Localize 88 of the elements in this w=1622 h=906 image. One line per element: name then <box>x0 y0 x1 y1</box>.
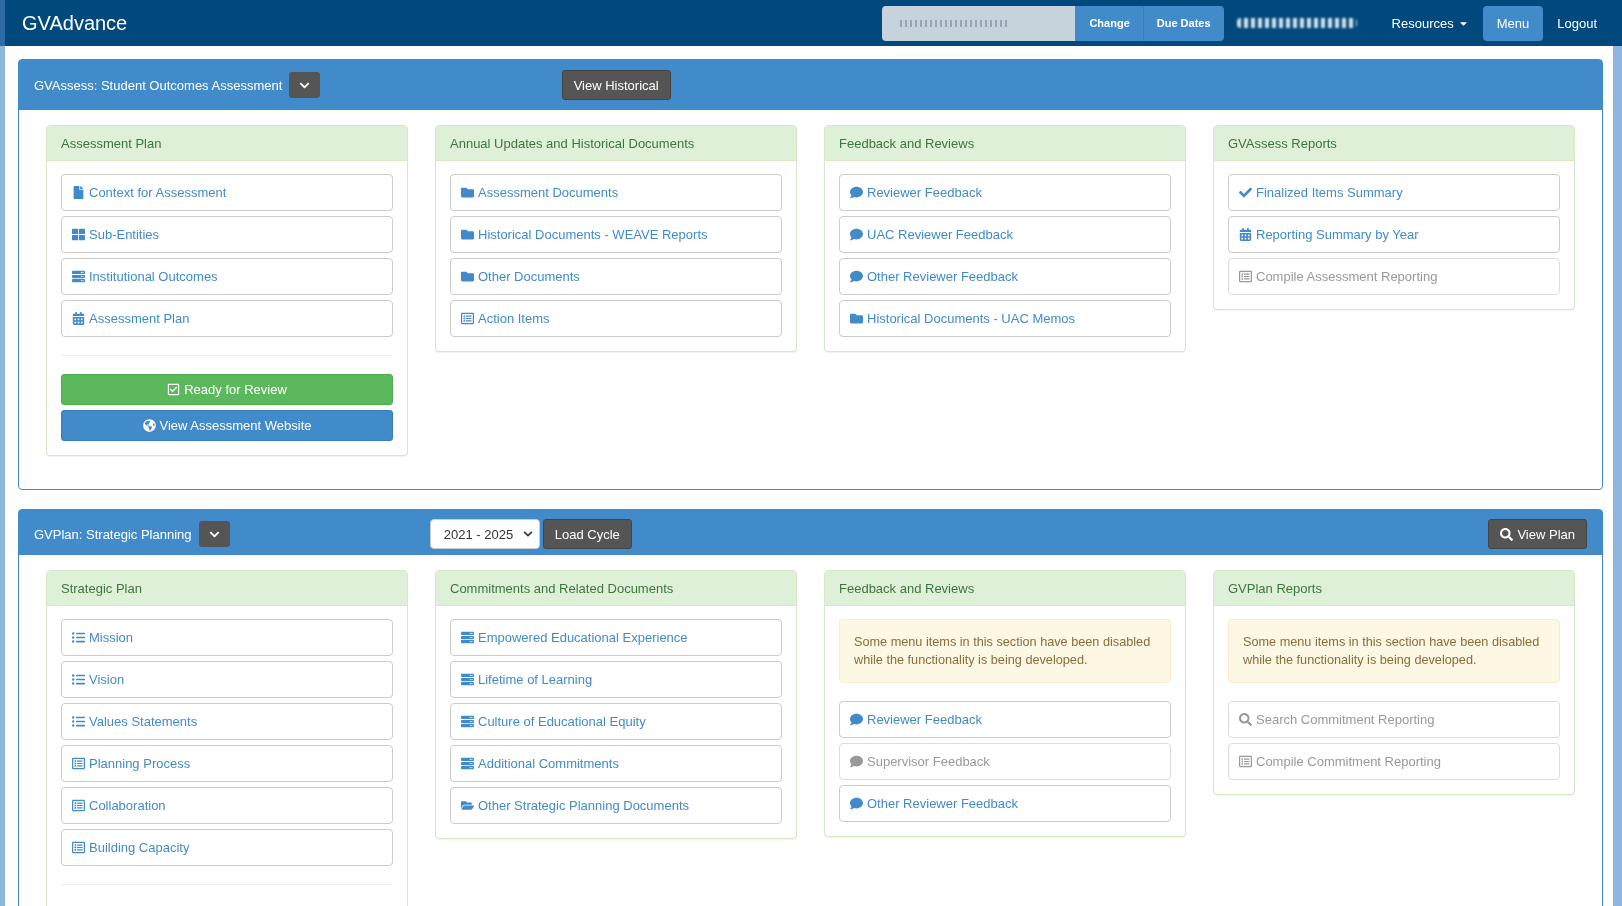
folder-icon <box>461 186 474 199</box>
check-icon <box>1239 186 1252 199</box>
menu-item[interactable]: Other Documents <box>450 258 782 295</box>
menu-item[interactable]: Action Items <box>450 300 782 337</box>
calendar-icon <box>72 312 85 325</box>
menu-item[interactable]: Reviewer Feedback <box>839 701 1171 738</box>
chevron-down-icon <box>522 529 533 539</box>
calendar-icon <box>1239 228 1252 241</box>
header-button[interactable]: View Historical <box>561 70 671 100</box>
list-icon <box>72 631 85 644</box>
card-header: Assessment Plan <box>47 126 407 161</box>
menu-item[interactable]: Historical Documents - WEAVE Reports <box>450 216 782 253</box>
menu-item[interactable]: Planning Process <box>61 745 393 782</box>
nav-link[interactable]: Menu <box>1482 5 1544 41</box>
panel-title: GVPlan: Strategic Planning <box>34 526 192 542</box>
card-header: GVAssess Reports <box>1214 126 1574 161</box>
menu-item[interactable]: Culture of Educational Equity <box>450 703 782 740</box>
list-box-icon <box>72 757 85 770</box>
menu-item[interactable]: Assessment Plan <box>61 300 393 337</box>
menu-item[interactable]: Other Strategic Planning Documents <box>450 787 782 824</box>
menu-item[interactable]: Historical Documents - UAC Memos <box>839 300 1171 337</box>
grid-icon <box>72 228 85 241</box>
menu-item[interactable]: Empowered Educational Experience <box>450 619 782 656</box>
folder-icon <box>850 312 863 325</box>
collapse-toggle[interactable] <box>198 521 230 547</box>
comment-icon <box>850 186 863 199</box>
list-box-icon <box>461 312 474 325</box>
file-icon <box>72 186 85 199</box>
menu-item[interactable]: Institutional Outcomes <box>61 258 393 295</box>
menu-item[interactable]: Assessment Documents <box>450 174 782 211</box>
menu-item[interactable]: UAC Reviewer Feedback <box>839 216 1171 253</box>
dropdown-select[interactable]: 2021 - 2025 <box>429 519 540 549</box>
comment-icon <box>850 797 863 810</box>
stacked-bars-icon <box>461 715 474 728</box>
action-button[interactable]: Ready for Review <box>61 374 393 405</box>
menu-item[interactable]: Building Capacity <box>61 829 393 866</box>
menu-item[interactable]: Reviewer Feedback <box>839 174 1171 211</box>
list-icon <box>72 715 85 728</box>
list-box-icon <box>72 799 85 812</box>
stacked-bars-icon <box>461 757 474 770</box>
action-button[interactable]: View Assessment Website <box>61 410 393 441</box>
notice-message: Some menu items in this section have been disabled while the functionality is being developed. <box>839 619 1171 683</box>
list-box-icon <box>72 841 85 854</box>
nav-link[interactable]: Resources <box>1377 5 1483 41</box>
list-box-icon <box>1239 270 1252 283</box>
comment-icon <box>850 270 863 283</box>
nav-button[interactable]: Change <box>1075 5 1143 41</box>
search-icon <box>1500 527 1514 541</box>
stacked-bars-icon <box>461 673 474 686</box>
globe-icon <box>142 419 156 432</box>
stacked-bars-icon <box>72 270 85 283</box>
menu-item[interactable]: Values Statements <box>61 703 393 740</box>
folder-icon <box>461 228 474 241</box>
collapse-toggle[interactable] <box>289 72 321 98</box>
menu-item[interactable]: Reporting Summary by Year <box>1228 216 1560 253</box>
panel-title: GVAssess: Student Outcomes Assessment <box>34 77 283 93</box>
menu-item[interactable]: Sub-Entities <box>61 216 393 253</box>
menu-item[interactable]: Additional Commitments <box>450 745 782 782</box>
menu-item[interactable]: Context for Assessment <box>61 174 393 211</box>
card-header: GVPlan Reports <box>1214 571 1574 606</box>
menu-item[interactable]: Collaboration <box>61 787 393 824</box>
search-icon <box>1239 713 1252 726</box>
menu-item[interactable]: Finalized Items Summary <box>1228 174 1560 211</box>
menu-item[interactable]: Lifetime of Learning <box>450 661 782 698</box>
app-title: GVAdvance <box>22 11 128 35</box>
open-folder-icon <box>461 799 474 812</box>
nav-link[interactable]: Logout <box>1543 5 1611 41</box>
card-header: Commitments and Related Documents <box>436 571 796 606</box>
header-button[interactable]: View Plan <box>1488 519 1587 549</box>
comment-icon <box>850 228 863 241</box>
card-header: Feedback and Reviews <box>825 126 1185 161</box>
header-button[interactable]: Load Cycle <box>542 519 632 549</box>
nav-button[interactable]: Due Dates <box>1142 5 1224 41</box>
menu-item[interactable]: Vision <box>61 661 393 698</box>
stacked-bars-icon <box>461 631 474 644</box>
list-icon <box>72 673 85 686</box>
menu-item[interactable]: Other Reviewer Feedback <box>839 258 1171 295</box>
card-header: Annual Updates and Historical Documents <box>436 126 796 161</box>
checkbox-icon <box>167 383 181 396</box>
comment-icon <box>850 755 863 768</box>
list-box-icon <box>1239 755 1252 768</box>
menu-item[interactable]: Mission <box>61 619 393 656</box>
menu-item[interactable]: Other Reviewer Feedback <box>839 785 1171 822</box>
comment-icon <box>850 713 863 726</box>
card-header: Strategic Plan <box>47 571 407 606</box>
folder-icon <box>461 270 474 283</box>
card-header: Feedback and Reviews <box>825 571 1185 606</box>
notice-message: Some menu items in this section have been disabled while the functionality is being developed. <box>1228 619 1560 683</box>
